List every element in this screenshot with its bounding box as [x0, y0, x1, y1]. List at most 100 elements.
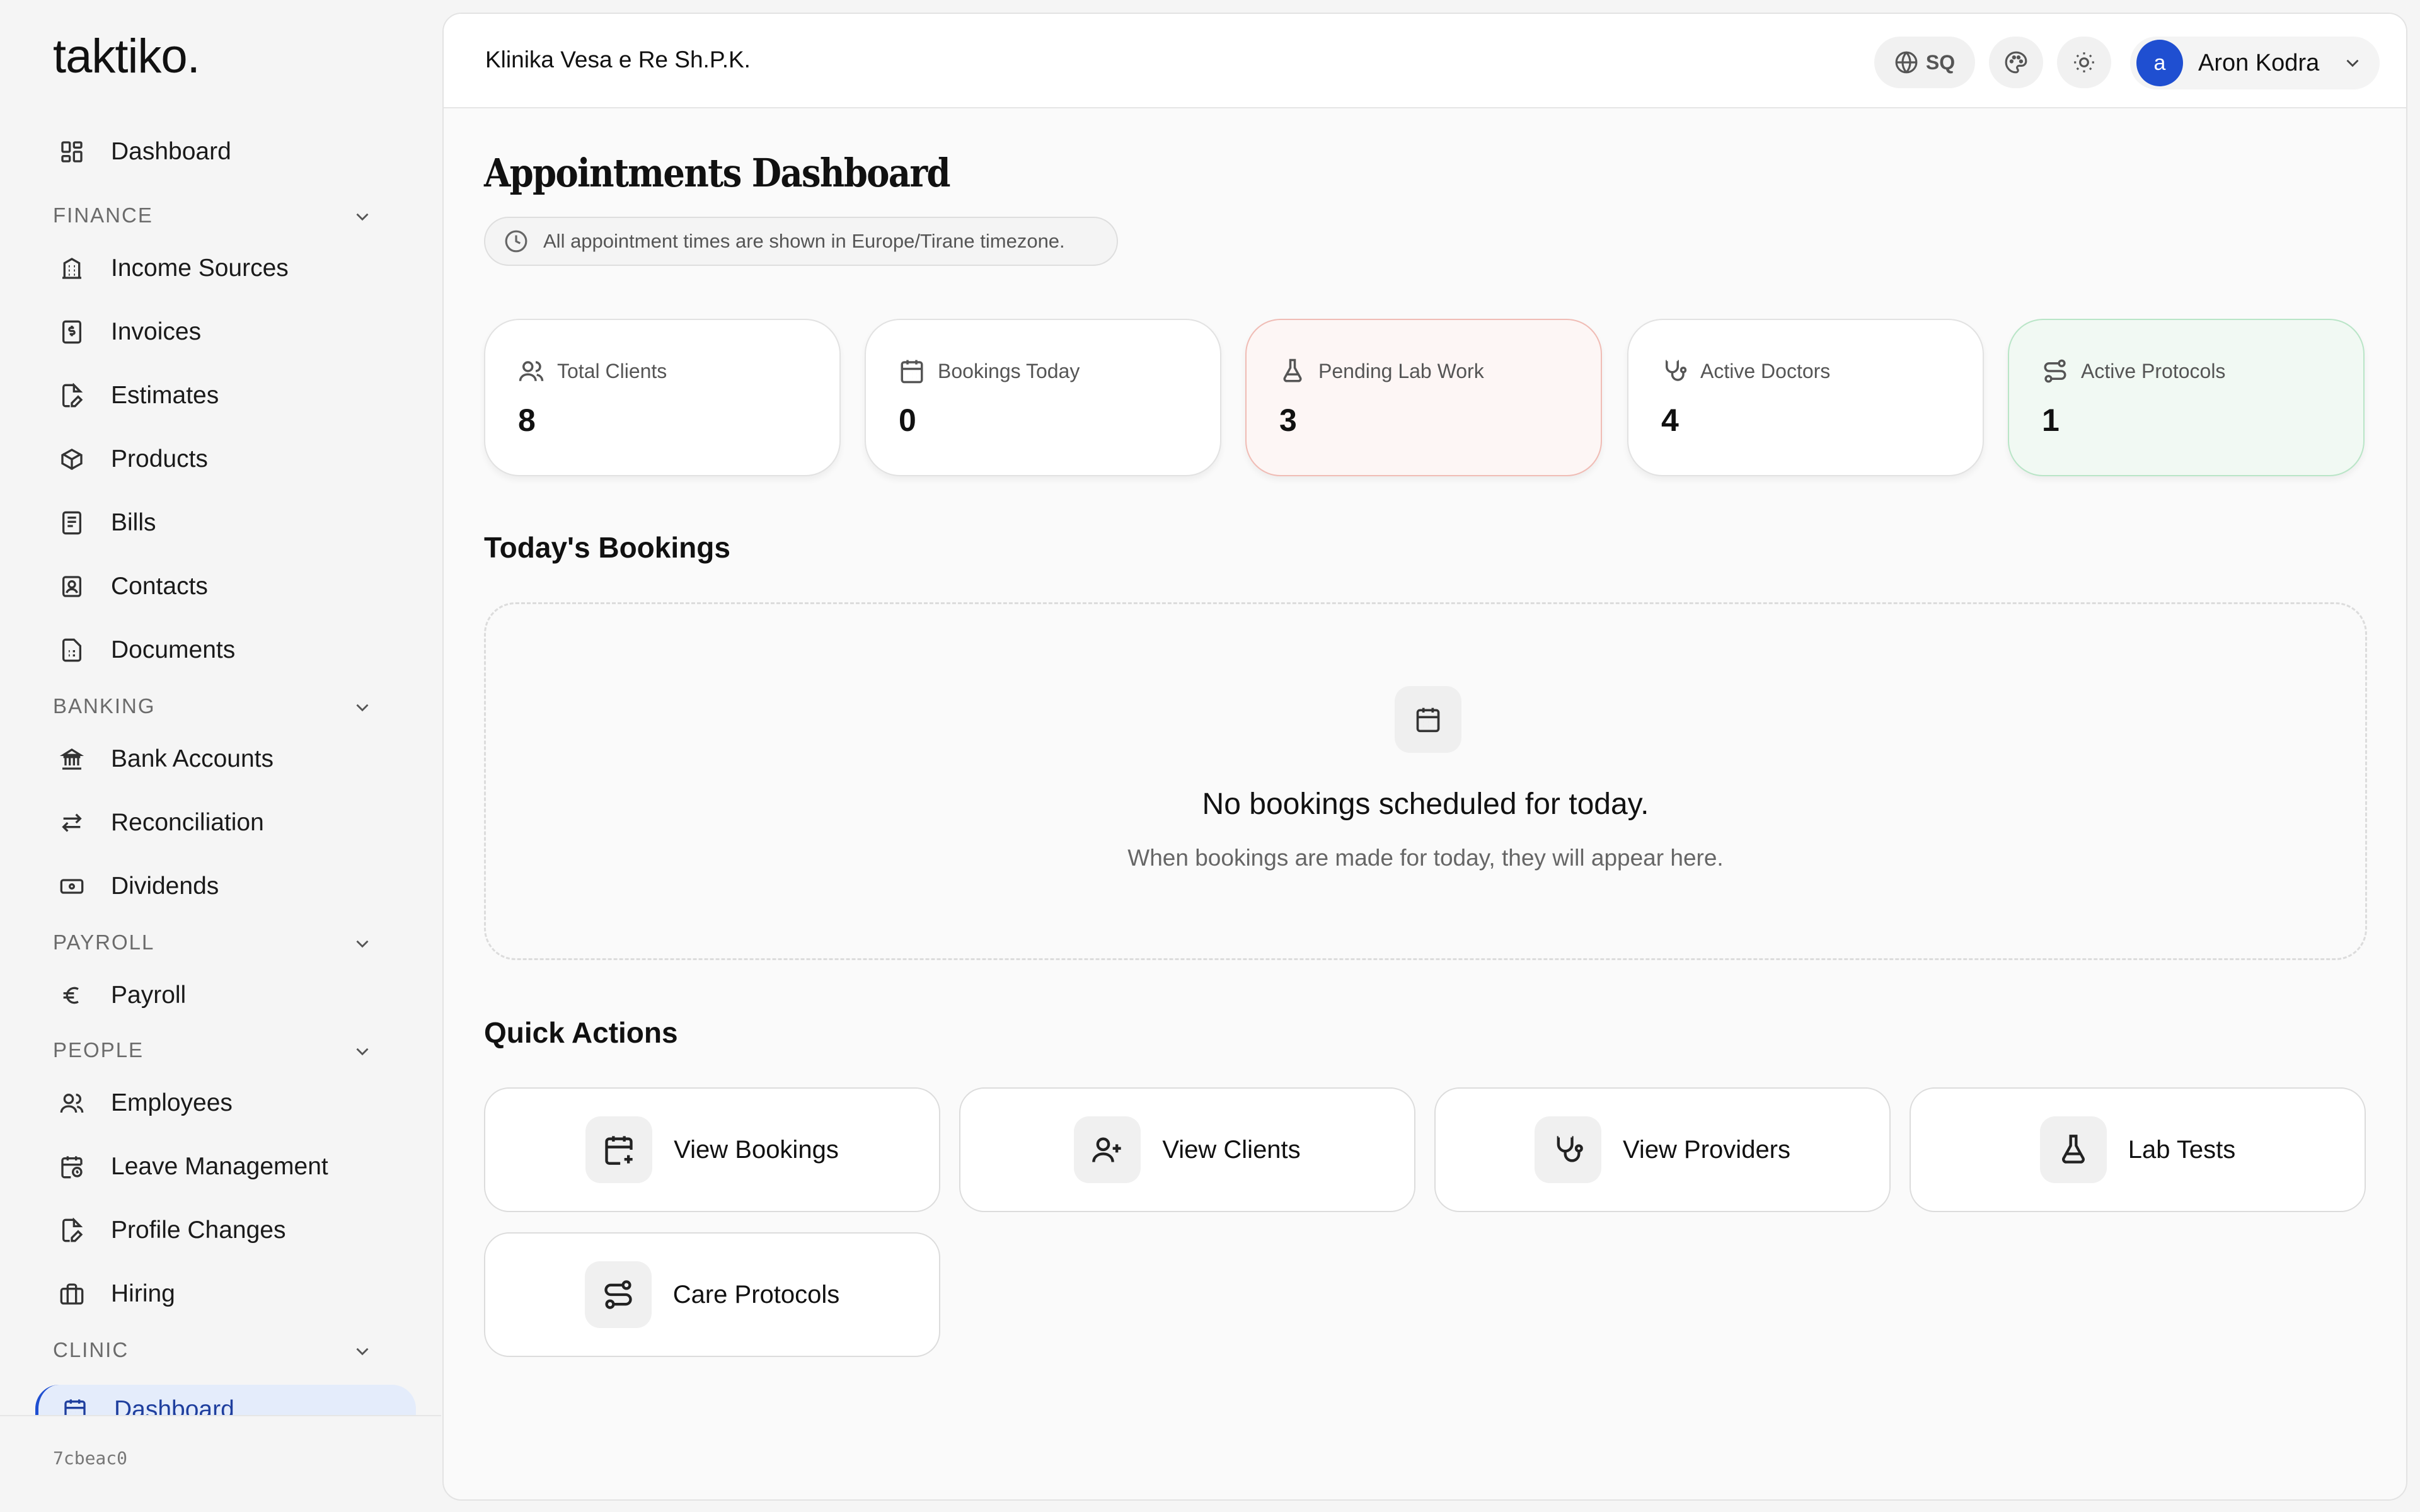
- section-people[interactable]: PEOPLE: [0, 1027, 441, 1071]
- briefcase-icon: [58, 1280, 86, 1308]
- sidebar-item-invoices[interactable]: Invoices: [0, 300, 441, 364]
- palette-icon: [2005, 51, 2027, 74]
- theme-toggle-button[interactable]: [2057, 37, 2111, 88]
- sidebar-item-label: Bills: [111, 508, 156, 536]
- sidebar-item-profile-changes[interactable]: Profile Changes: [0, 1198, 441, 1262]
- sidebar-item-products[interactable]: Products: [0, 427, 441, 491]
- care-protocols-button[interactable]: Care Protocols: [484, 1232, 940, 1357]
- sidebar-item-label: Hiring: [111, 1280, 175, 1307]
- sidebar-item-estimates[interactable]: Estimates: [0, 364, 441, 427]
- sidebar-item-income-sources[interactable]: Income Sources: [0, 236, 441, 300]
- view-clients-button[interactable]: View Clients: [959, 1087, 1415, 1212]
- section-clinic[interactable]: CLINIC: [0, 1326, 441, 1371]
- chevron-down-icon: [2346, 59, 2359, 67]
- route-icon: [2044, 359, 2066, 383]
- app-logo[interactable]: taktiko.: [53, 29, 200, 84]
- section-label: BANKING: [53, 694, 156, 718]
- sun-icon: [2074, 52, 2094, 72]
- sidebar-item-dividends[interactable]: Dividends: [0, 854, 441, 918]
- layout-grid-icon: [58, 138, 86, 166]
- sidebar-item-label: Profile Changes: [111, 1216, 286, 1244]
- sidebar-item-bills[interactable]: Bills: [0, 491, 441, 554]
- sidebar-item-contacts[interactable]: Contacts: [0, 554, 441, 618]
- chevron-down-icon: [356, 1048, 369, 1056]
- sidebar-item-clinic-dashboard[interactable]: Dashboard: [35, 1385, 416, 1415]
- sidebar-item-label: Documents: [111, 636, 236, 663]
- calendar-icon: [1395, 686, 1461, 753]
- section-title-quick-actions: Quick Actions: [484, 1016, 678, 1049]
- stat-label: Active Protocols: [2081, 359, 2226, 382]
- section-label: FINANCE: [53, 203, 153, 227]
- lab-tests-button[interactable]: Lab Tests: [1910, 1087, 2366, 1212]
- sidebar-item-label: Bank Accounts: [111, 745, 274, 772]
- sidebar-item-label: Dashboard: [111, 137, 231, 165]
- contact-icon: [58, 573, 86, 600]
- stat-label: Total Clients: [557, 359, 667, 382]
- sidebar-nav: Dashboard FINANCE Income Sources Invoice…: [0, 120, 441, 1415]
- sidebar-item-label: Employees: [111, 1089, 233, 1116]
- stat-card-active-doctors: Active Doctors 4: [1627, 319, 1984, 476]
- flask-icon: [1283, 358, 1302, 382]
- arrows-left-right-icon: [58, 809, 86, 837]
- quick-action-label: Lab Tests: [2128, 1135, 2236, 1164]
- sidebar-item-leave-management[interactable]: Leave Management: [0, 1135, 441, 1198]
- sidebar-item-reconciliation[interactable]: Reconciliation: [0, 791, 441, 854]
- sidebar-item-employees[interactable]: Employees: [0, 1071, 441, 1135]
- sidebar-item-label: Payroll: [111, 981, 187, 1009]
- sidebar-item-dashboard[interactable]: Dashboard: [0, 120, 441, 183]
- language-code: SQ: [1925, 50, 1956, 74]
- stat-card-total-clients: Total Clients 8: [484, 319, 841, 476]
- section-title-todays-bookings: Today's Bookings: [484, 531, 730, 564]
- calendar-icon: [61, 1396, 89, 1415]
- sidebar-footer: 7cbeac0: [0, 1415, 441, 1512]
- calendar-clock-icon: [58, 1153, 86, 1181]
- file-edit-icon: [58, 1217, 86, 1244]
- stat-card-active-protocols: Active Protocols 1: [2008, 319, 2365, 476]
- sidebar-item-label: Invoices: [111, 318, 202, 345]
- stat-value: 8: [518, 403, 536, 438]
- timezone-note: All appointment times are shown in Europ…: [484, 217, 1118, 266]
- receipt-dollar-icon: [58, 318, 86, 346]
- stat-label: Bookings Today: [938, 359, 1080, 382]
- euro-icon: [58, 982, 86, 1009]
- stat-label: Active Doctors: [1700, 359, 1831, 382]
- globe-icon: [1895, 51, 1918, 74]
- building-icon: [58, 255, 86, 282]
- sidebar-item-payroll[interactable]: Payroll: [0, 963, 441, 1027]
- user-menu-button[interactable]: a Aron Kodra: [2130, 37, 2380, 89]
- sidebar-item-hiring[interactable]: Hiring: [0, 1262, 441, 1326]
- sidebar-item-label: Products: [111, 445, 208, 472]
- quick-action-label: View Providers: [1622, 1135, 1791, 1164]
- section-label: PEOPLE: [53, 1038, 144, 1062]
- empty-bookings-state: No bookings scheduled for today. When bo…: [484, 602, 2367, 960]
- language-switcher[interactable]: SQ: [1874, 37, 1975, 88]
- bank-icon: [58, 745, 86, 773]
- file-text-icon: [58, 636, 86, 664]
- sidebar-item-documents[interactable]: Documents: [0, 618, 441, 682]
- chevron-down-icon: [356, 213, 369, 221]
- view-bookings-button[interactable]: View Bookings: [484, 1087, 940, 1212]
- calendar-icon: [901, 360, 923, 384]
- route-icon: [584, 1261, 652, 1328]
- stat-value: 3: [1279, 403, 1297, 438]
- banknote-icon: [58, 873, 86, 900]
- quick-action-label: View Bookings: [674, 1135, 839, 1164]
- palette-button[interactable]: [1989, 37, 2043, 88]
- user-name: Aron Kodra: [2198, 49, 2320, 76]
- stethoscope-icon: [1666, 360, 1687, 381]
- view-providers-button[interactable]: View Providers: [1434, 1087, 1891, 1212]
- section-payroll[interactable]: PAYROLL: [0, 918, 441, 963]
- version-hash: 7cbeac0: [53, 1448, 128, 1469]
- sidebar-item-label: Reconciliation: [111, 808, 264, 836]
- section-finance[interactable]: FINANCE: [0, 183, 441, 236]
- sidebar-item-bank-accounts[interactable]: Bank Accounts: [0, 727, 441, 791]
- section-banking[interactable]: BANKING: [0, 682, 441, 727]
- user-plus-icon: [1074, 1116, 1141, 1183]
- chevron-down-icon: [356, 1348, 369, 1356]
- stat-value: 4: [1661, 403, 1679, 438]
- stat-card-bookings-today: Bookings Today 0: [865, 319, 1221, 476]
- empty-state-title: No bookings scheduled for today.: [1202, 788, 1649, 821]
- clock-icon: [505, 230, 527, 253]
- empty-state-subtitle: When bookings are made for today, they w…: [1127, 845, 1724, 871]
- quick-action-label: View Clients: [1162, 1135, 1301, 1164]
